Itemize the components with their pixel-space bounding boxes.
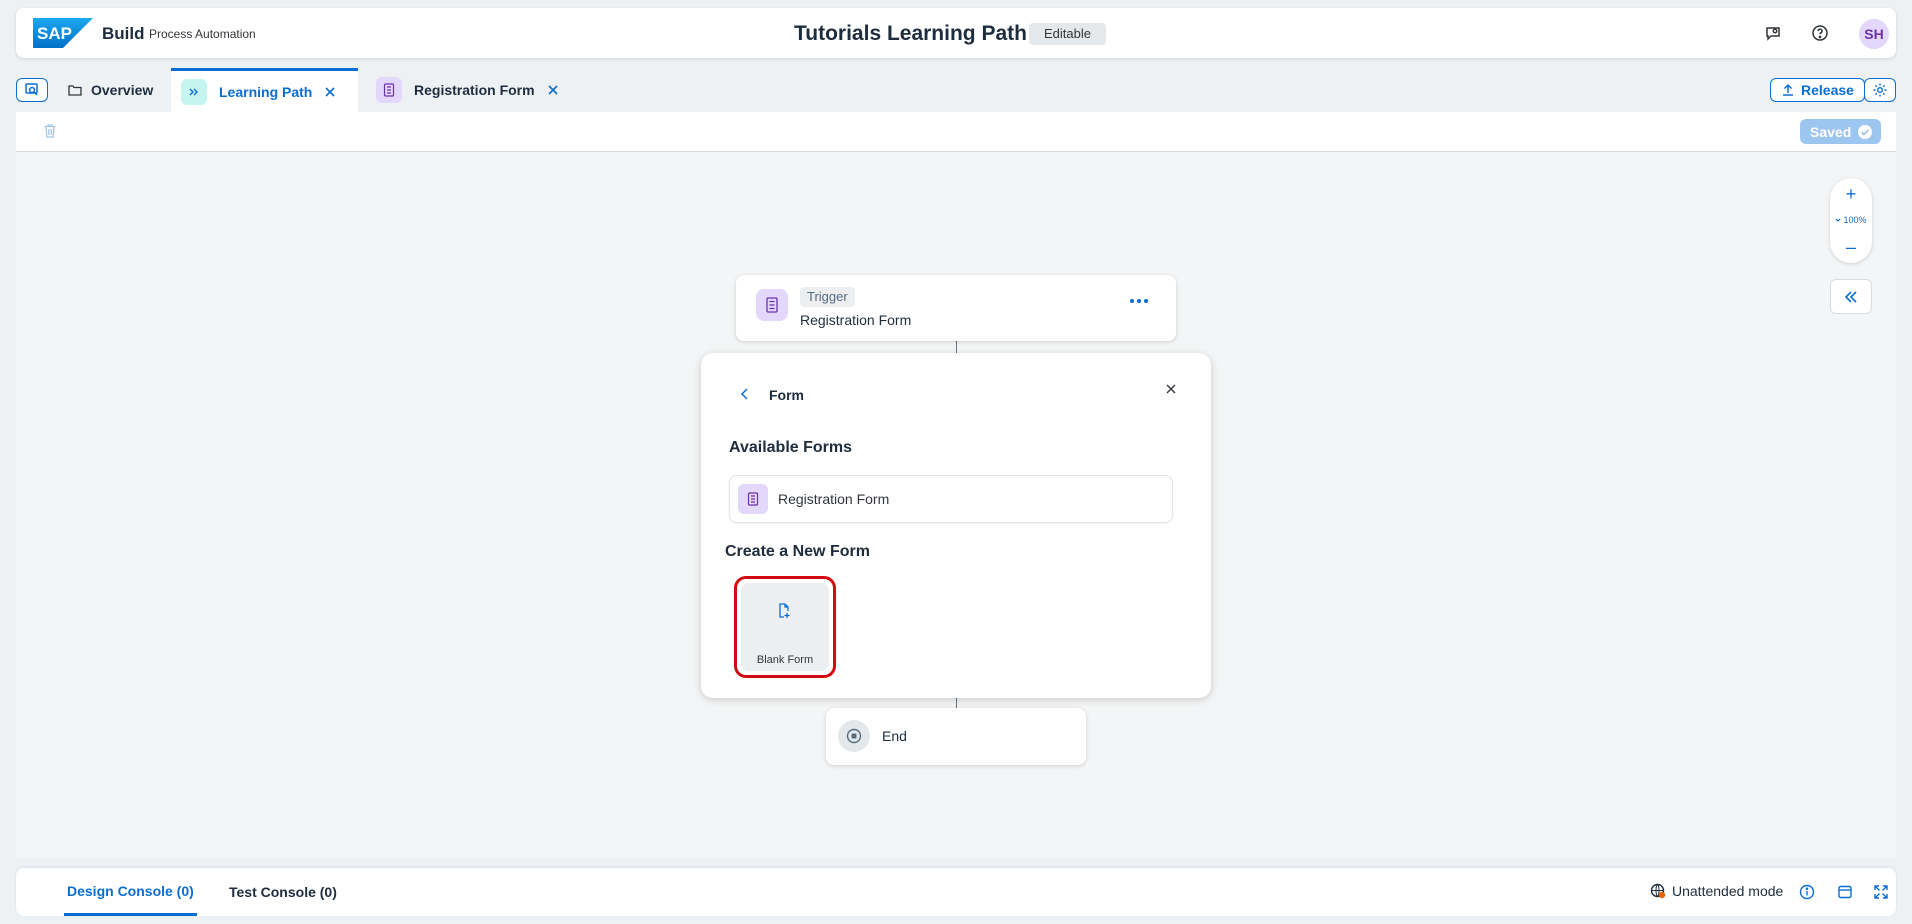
console-bar: Design Console (0) Test Console (0) Unat… bbox=[16, 868, 1896, 916]
back-icon[interactable] bbox=[737, 386, 753, 402]
release-label: Release bbox=[1801, 82, 1854, 98]
form-icon bbox=[756, 289, 788, 321]
feedback-icon[interactable] bbox=[1761, 21, 1785, 45]
zoom-level: 100% bbox=[1843, 215, 1867, 225]
tab-learning-path[interactable]: Learning Path bbox=[171, 68, 358, 112]
folder-icon bbox=[68, 83, 82, 97]
design-console-label: Design Console (0) bbox=[67, 882, 194, 899]
end-node[interactable]: End bbox=[826, 708, 1086, 765]
zoom-in-button[interactable]: + bbox=[1830, 182, 1872, 206]
shell-header: SAP Build Process Automation Tutorials L… bbox=[16, 8, 1896, 58]
form-item-label: Registration Form bbox=[778, 491, 890, 507]
form-icon bbox=[376, 77, 402, 103]
saved-status-button[interactable]: Saved bbox=[1800, 119, 1882, 144]
zoom-control: + 100% – bbox=[1830, 178, 1872, 263]
collapse-panel-button[interactable] bbox=[1830, 279, 1872, 314]
zoom-out-button[interactable]: – bbox=[1830, 235, 1872, 259]
close-icon[interactable] bbox=[1163, 381, 1179, 397]
globe-icon bbox=[1650, 883, 1666, 899]
status-badge: Editable bbox=[1029, 23, 1106, 45]
more-options-icon[interactable] bbox=[1130, 299, 1148, 303]
page-title: Tutorials Learning Path bbox=[794, 22, 1027, 45]
sap-logo[interactable]: SAP bbox=[33, 18, 93, 48]
flow-connector bbox=[956, 341, 957, 353]
search-tabs-button[interactable] bbox=[16, 78, 48, 102]
end-label: End bbox=[882, 728, 907, 744]
tab-label: Learning Path bbox=[219, 83, 313, 100]
product-name: Process Automation bbox=[149, 27, 256, 41]
form-selection-popover: Form Available Forms Registration Form C… bbox=[701, 353, 1211, 698]
tab-label: Overview bbox=[91, 82, 154, 98]
trigger-name: Registration Form bbox=[800, 312, 912, 328]
trigger-node[interactable]: Trigger Registration Form bbox=[736, 275, 1176, 341]
avatar[interactable]: SH bbox=[1859, 19, 1889, 49]
delete-icon[interactable] bbox=[43, 123, 57, 144]
editor-toolbar: Saved bbox=[16, 112, 1896, 152]
search-icon bbox=[25, 83, 38, 96]
check-circle-icon bbox=[1858, 124, 1873, 139]
available-form-item[interactable]: Registration Form bbox=[729, 475, 1173, 523]
blank-form-label: Blank Form bbox=[756, 654, 814, 666]
new-document-icon bbox=[777, 603, 791, 624]
tab-test-console[interactable]: Test Console (0) bbox=[229, 868, 337, 916]
chevron-down-icon bbox=[1836, 218, 1841, 222]
tab-registration-form[interactable]: Registration Form bbox=[360, 68, 559, 112]
zoom-level-dropdown[interactable]: 100% bbox=[1830, 214, 1872, 226]
gear-icon bbox=[1873, 83, 1887, 97]
close-icon[interactable] bbox=[324, 86, 336, 98]
blank-form-button[interactable]: Blank Form bbox=[734, 576, 836, 678]
double-chevron-left-icon bbox=[1844, 290, 1857, 303]
settings-button[interactable] bbox=[1864, 78, 1896, 102]
mode-label: Unattended mode bbox=[1672, 883, 1784, 899]
saved-label: Saved bbox=[1810, 123, 1852, 140]
trigger-tag: Trigger bbox=[800, 287, 855, 307]
tab-label: Registration Form bbox=[414, 82, 535, 98]
create-form-title: Create a New Form bbox=[725, 543, 870, 560]
stop-icon bbox=[838, 720, 870, 752]
help-icon[interactable] bbox=[1808, 21, 1832, 45]
test-console-label: Test Console (0) bbox=[229, 884, 337, 900]
popover-title: Form bbox=[769, 387, 804, 403]
flow-connector bbox=[956, 698, 957, 708]
form-icon bbox=[738, 484, 768, 514]
release-button[interactable]: Release bbox=[1770, 78, 1865, 102]
info-icon[interactable] bbox=[1798, 883, 1816, 901]
svg-text:SAP: SAP bbox=[37, 24, 72, 43]
tab-overview[interactable]: Overview bbox=[68, 68, 153, 112]
tab-bar: Overview Learning Path Registration Form bbox=[16, 68, 1896, 112]
upload-icon bbox=[1783, 83, 1793, 96]
fullscreen-icon[interactable] bbox=[1872, 883, 1890, 901]
available-forms-title: Available Forms bbox=[729, 439, 853, 456]
tab-design-console[interactable]: Design Console (0) bbox=[64, 868, 197, 916]
unattended-mode-indicator: Unattended mode bbox=[1650, 883, 1783, 899]
process-icon bbox=[181, 78, 207, 105]
brand-name: Build bbox=[102, 24, 145, 43]
panel-icon[interactable] bbox=[1836, 883, 1854, 901]
close-icon[interactable] bbox=[547, 84, 559, 96]
